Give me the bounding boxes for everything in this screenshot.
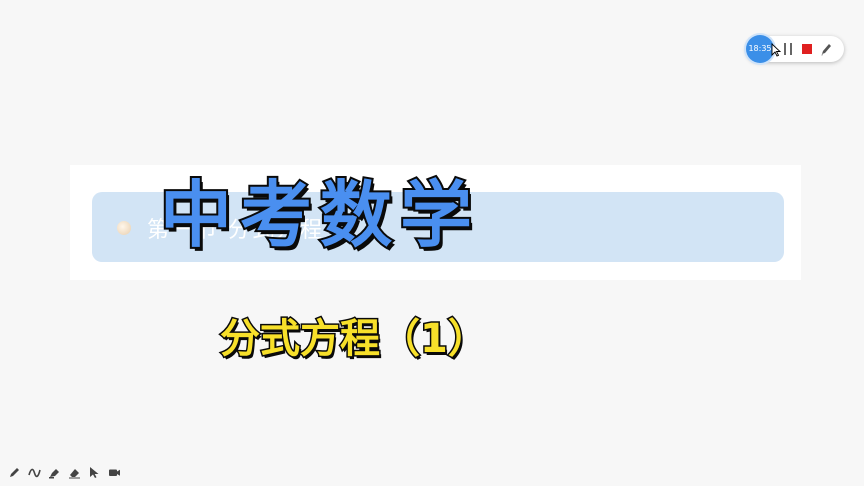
- curve-icon[interactable]: [26, 464, 42, 480]
- camera-icon[interactable]: [106, 464, 122, 480]
- pen-icon[interactable]: [6, 464, 22, 480]
- drawing-toolbar: [6, 464, 122, 480]
- pause-icon[interactable]: [783, 43, 793, 55]
- recorder-widget: 18:35: [746, 35, 844, 63]
- bullet-icon: [117, 221, 131, 235]
- highlighter-icon[interactable]: [46, 464, 62, 480]
- recording-timer[interactable]: 18:35: [746, 35, 774, 63]
- mouse-cursor-icon: [771, 42, 782, 57]
- pointer-icon[interactable]: [86, 464, 102, 480]
- pen-icon[interactable]: [819, 41, 833, 57]
- eraser-icon[interactable]: [66, 464, 82, 480]
- main-title: 中考数学: [158, 171, 481, 259]
- subtitle: 分式方程（1）: [219, 315, 490, 364]
- stop-icon[interactable]: [802, 44, 812, 54]
